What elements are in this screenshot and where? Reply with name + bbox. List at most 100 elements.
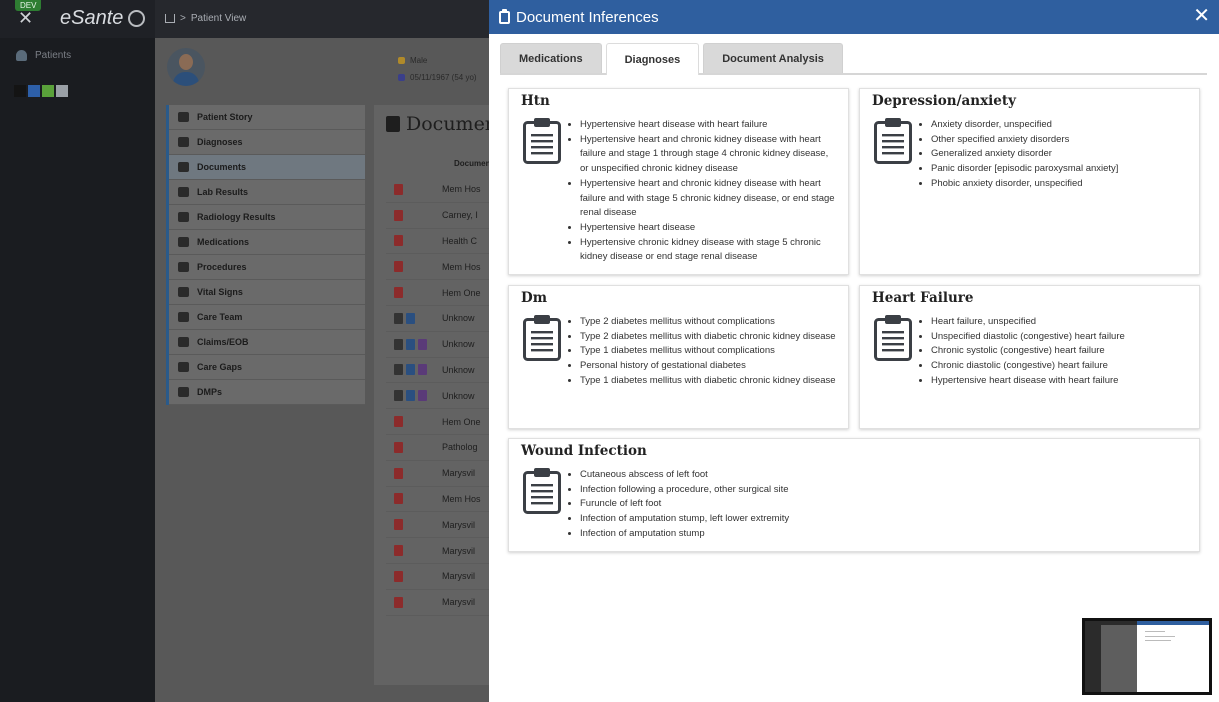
- document-row-icons: [386, 209, 442, 221]
- file-gray-icon[interactable]: [394, 364, 403, 376]
- modal-header: Document Inferences ✕: [489, 0, 1219, 34]
- file-red-icon[interactable]: [394, 596, 403, 608]
- diagnosis-list: Anxiety disorder, unspecifiedOther speci…: [931, 118, 1187, 192]
- tab-document-analysis[interactable]: Document Analysis: [703, 43, 843, 73]
- menu-item-vital-signs[interactable]: Vital Signs: [169, 280, 365, 305]
- rail-item-label: Patients: [35, 50, 72, 61]
- clipboard-list-icon: [523, 314, 561, 361]
- file-invoice-icon: [178, 337, 189, 347]
- list-icon: [178, 387, 189, 397]
- document-name: Marysvil: [442, 571, 475, 582]
- table-row[interactable]: Hem One: [386, 280, 489, 306]
- table-row[interactable]: Unknow: [386, 383, 489, 410]
- minimap-line: [1145, 640, 1171, 641]
- diagnosis-card-htn: Htn Hypertensive heart disease with heart…: [508, 88, 849, 275]
- file-red-icon[interactable]: [394, 209, 403, 221]
- home-icon[interactable]: [165, 14, 175, 23]
- menu-item-claims-eob[interactable]: Claims/EOB: [169, 330, 365, 355]
- table-row[interactable]: Mem Hos: [386, 177, 489, 203]
- list-item: Furuncle of left foot: [580, 497, 1187, 512]
- file-red-icon[interactable]: [394, 570, 403, 582]
- rail-item-patients[interactable]: Patients: [16, 50, 71, 61]
- document-name: Hem One: [442, 287, 481, 298]
- table-row[interactable]: Carney, I: [386, 203, 489, 229]
- table-row[interactable]: Marysvil: [386, 461, 489, 487]
- table-row[interactable]: Mem Hos: [386, 254, 489, 281]
- document-name: Patholog: [442, 442, 478, 453]
- menu-item-care-gaps[interactable]: Care Gaps: [169, 355, 365, 380]
- theme-swatch[interactable]: [14, 85, 26, 97]
- documents-panel: Documents Document Mem Hos Carney, I Healt…: [374, 105, 514, 685]
- documents-table: Mem Hos Carney, I Health C Mem Hos Hem One Un…: [386, 177, 489, 616]
- book-icon: [178, 112, 189, 122]
- table-row[interactable]: Health C: [386, 229, 489, 255]
- diagnosis-card-wound-infection: Wound Infection Cutaneous abscess of left…: [508, 438, 1200, 552]
- table-row[interactable]: Marysvil: [386, 512, 489, 539]
- theme-swatch[interactable]: [42, 85, 54, 97]
- tab-medications[interactable]: Medications: [500, 43, 602, 73]
- left-rail: Patients: [0, 38, 155, 702]
- file-gray-icon[interactable]: [394, 390, 403, 402]
- table-row[interactable]: Mem Hos: [386, 487, 489, 513]
- document-name: Unknow: [442, 364, 475, 375]
- file-purple-icon[interactable]: [418, 364, 427, 376]
- file-red-icon[interactable]: [394, 287, 403, 299]
- document-inferences-modal: Document Inferences ✕ Medications Diagnos…: [489, 0, 1219, 702]
- file-blue-icon[interactable]: [406, 312, 415, 324]
- screen-minimap[interactable]: [1082, 618, 1212, 695]
- clipboard-list-icon: [523, 117, 561, 164]
- menu-item-radiology-results[interactable]: Radiology Results: [169, 205, 365, 230]
- file-red-icon[interactable]: [394, 493, 403, 505]
- list-item: Hypertensive heart and chronic kidney di…: [580, 177, 836, 221]
- menu-item-label: DMPs: [197, 387, 223, 397]
- file-gray-icon[interactable]: [394, 312, 403, 324]
- card-title: Htn: [521, 93, 550, 109]
- diagnosis-card-dm: Dm Type 2 diabetes mellitus without compl…: [508, 285, 849, 429]
- table-row[interactable]: Marysvil: [386, 590, 489, 616]
- file-blue-icon[interactable]: [406, 390, 415, 402]
- user-md-icon: [178, 312, 189, 322]
- menu-item-lab-results[interactable]: Lab Results: [169, 180, 365, 205]
- patient-sex-value: Male: [410, 56, 428, 65]
- table-row[interactable]: Marysvil: [386, 564, 489, 590]
- menu-item-care-team[interactable]: Care Team: [169, 305, 365, 330]
- table-row[interactable]: Unknow: [386, 306, 489, 332]
- file-purple-icon[interactable]: [418, 390, 427, 402]
- menu-item-label: Medications: [197, 237, 250, 247]
- close-icon[interactable]: ✕: [18, 9, 33, 27]
- file-red-icon[interactable]: [394, 183, 403, 195]
- menu-item-dmps[interactable]: DMPs: [169, 380, 365, 405]
- breadcrumb-separator: >: [180, 13, 186, 24]
- clipboard-icon: [499, 8, 510, 24]
- file-red-icon[interactable]: [394, 467, 403, 479]
- file-red-icon[interactable]: [394, 519, 403, 531]
- document-name: Mem Hos: [442, 261, 481, 272]
- file-red-icon[interactable]: [394, 441, 403, 453]
- file-purple-icon[interactable]: [418, 338, 427, 350]
- file-gray-icon[interactable]: [394, 338, 403, 350]
- file-blue-icon[interactable]: [406, 364, 415, 376]
- modal-close-button[interactable]: ✕: [1193, 6, 1210, 26]
- menu-item-procedures[interactable]: Procedures: [169, 255, 365, 280]
- menu-item-documents[interactable]: Documents: [169, 155, 365, 180]
- theme-swatch[interactable]: [56, 85, 68, 97]
- menu-item-medications[interactable]: Medications: [169, 230, 365, 255]
- table-row[interactable]: Patholog: [386, 435, 489, 461]
- file-red-icon[interactable]: [394, 235, 403, 247]
- document-name: Unknow: [442, 313, 475, 324]
- table-row[interactable]: Marysvil: [386, 538, 489, 564]
- menu-item-patient-story[interactable]: Patient Story: [169, 105, 365, 130]
- theme-swatch[interactable]: [28, 85, 40, 97]
- menu-item-diagnoses[interactable]: Diagnoses: [169, 130, 365, 155]
- file-blue-icon[interactable]: [406, 338, 415, 350]
- table-row[interactable]: Unknow: [386, 332, 489, 358]
- table-row[interactable]: Hem One: [386, 409, 489, 435]
- patient-avatar: [167, 48, 205, 86]
- tab-diagnoses[interactable]: Diagnoses: [605, 43, 700, 75]
- card-title: Wound Infection: [521, 443, 647, 459]
- documents-icon: [178, 162, 189, 172]
- file-red-icon[interactable]: [394, 261, 403, 273]
- file-red-icon[interactable]: [394, 416, 403, 428]
- table-row[interactable]: Unknow: [386, 358, 489, 384]
- file-red-icon[interactable]: [394, 545, 403, 557]
